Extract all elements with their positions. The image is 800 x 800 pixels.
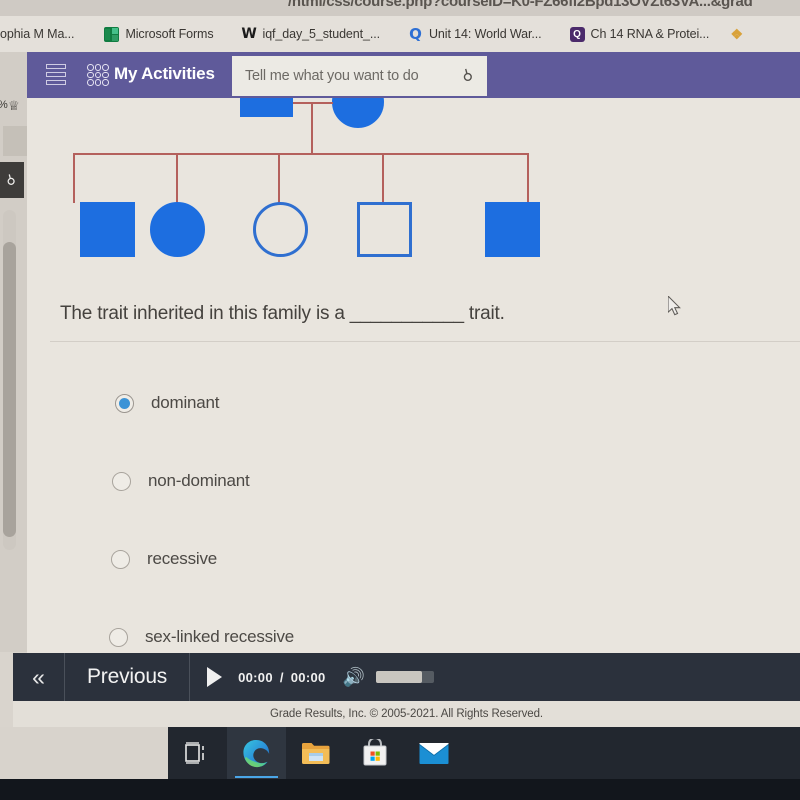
- hamburger-stack-icon[interactable]: [46, 64, 66, 85]
- pedigree-father-square: [240, 98, 293, 117]
- task-view-icon[interactable]: [168, 727, 227, 779]
- pedigree-mating-line: [293, 102, 333, 104]
- bookmark-label: Microsoft Forms: [125, 27, 214, 41]
- pedigree-child-drop-line: [176, 153, 178, 203]
- bookmark-item[interactable]: ophia M Ma...: [0, 16, 83, 52]
- app-header-bar: My Activities Tell me what you want to d…: [27, 52, 800, 98]
- bookmark-label: Ch 14 RNA & Protei...: [590, 27, 710, 41]
- play-button[interactable]: [190, 653, 238, 701]
- windows-taskbar: [168, 727, 800, 779]
- copyright-text: Grade Results, Inc. © 2005-2021. All Rig…: [270, 708, 543, 720]
- quizlet-purple-icon: Q: [569, 26, 585, 42]
- trophy-icon: ♕: [8, 98, 20, 113]
- progress-percent-label: %: [0, 99, 8, 111]
- scrollbar-thumb[interactable]: [3, 242, 16, 537]
- pedigree-child-drop-line: [527, 153, 529, 203]
- question-text: The trait inherited in this family is a …: [60, 303, 505, 324]
- pedigree-child-5-square: [485, 202, 540, 257]
- search-icon: ☌: [458, 66, 478, 87]
- pedigree-child-3-circle: [253, 202, 308, 257]
- bookmark-label: Unit 14: World War...: [428, 27, 542, 41]
- puzzle-extension-icon: ❖: [730, 25, 744, 42]
- rail-search-button[interactable]: ☌: [0, 162, 24, 198]
- answer-option-label: dominant: [151, 393, 220, 412]
- page-footer: Grade Results, Inc. © 2005-2021. All Rig…: [13, 701, 800, 727]
- double-chevron-left-icon[interactable]: «: [13, 653, 65, 701]
- previous-button[interactable]: Previous: [65, 653, 191, 701]
- pedigree-child-4-square: [357, 202, 412, 257]
- pedigree-diagram: [27, 98, 587, 268]
- total-time: 00:00: [290, 669, 326, 685]
- current-time: 00:00: [238, 669, 273, 685]
- search-icon: ☌: [1, 170, 20, 189]
- microsoft-store-icon[interactable]: [345, 727, 404, 779]
- answer-option-dominant[interactable]: dominant: [115, 390, 220, 416]
- player-toolbar: « Previous 00:00 / 00:00 🔊: [13, 653, 800, 701]
- search-placeholder: Tell me what you want to do: [245, 68, 419, 84]
- microsoft-edge-icon[interactable]: [227, 727, 286, 779]
- file-explorer-icon[interactable]: [286, 727, 345, 779]
- answer-option-non-dominant[interactable]: non-dominant: [112, 468, 250, 494]
- left-rail: % ♕ ☌: [0, 52, 27, 652]
- activity-canvas: The trait inherited in this family is a …: [27, 98, 800, 653]
- pedigree-child-drop-line: [73, 153, 75, 203]
- tell-me-search-box[interactable]: Tell me what you want to do ☌: [232, 56, 487, 96]
- answer-option-label: sex-linked recessive: [145, 627, 295, 646]
- app-grid-icon[interactable]: [87, 64, 109, 86]
- bookmark-label: ophia M Ma...: [0, 27, 75, 41]
- pedigree-sibship-line: [73, 153, 529, 155]
- volume-slider[interactable]: [375, 671, 434, 683]
- radio-button-recessive[interactable]: [111, 549, 130, 569]
- pedigree-child-2-circle: [150, 202, 205, 257]
- rail-panel-block: [3, 126, 27, 156]
- bookmarks-bar: ophia M Ma... Microsoft Forms W iqf_day_…: [0, 16, 800, 52]
- playback-time: 00:00 / 00:00: [238, 670, 325, 685]
- answer-option-label: recessive: [147, 549, 218, 568]
- browser-address-bar[interactable]: /html/css/course.php?courseID=K0-FZ66fi2…: [0, 0, 800, 16]
- bookmark-item-overflow[interactable]: ❖: [720, 16, 753, 52]
- answer-option-sex-linked-recessive[interactable]: sex-linked recessive: [109, 624, 294, 650]
- screen-photo: /html/css/course.php?courseID=K0-FZ66fi2…: [0, 0, 800, 800]
- answer-option-recessive[interactable]: recessive: [111, 546, 217, 572]
- volume-control[interactable]: 🔊: [343, 668, 434, 686]
- pedigree-child-1-square: [80, 202, 135, 257]
- question-divider: [50, 341, 800, 342]
- answer-option-label: non-dominant: [148, 471, 250, 490]
- radio-button-dominant[interactable]: [115, 393, 134, 413]
- pedigree-child-drop-line: [382, 153, 384, 203]
- bookmark-item[interactable]: Q Unit 14: World War...: [399, 16, 551, 52]
- bookmark-item[interactable]: Q Ch 14 RNA & Protei...: [561, 16, 719, 52]
- mail-icon[interactable]: [404, 727, 463, 779]
- speaker-icon[interactable]: 🔊: [343, 668, 365, 686]
- time-separator: /: [279, 669, 284, 685]
- wattpad-w-icon: W: [241, 26, 257, 42]
- radio-button-non-dominant[interactable]: [112, 471, 131, 491]
- pedigree-mother-circle: [332, 98, 384, 128]
- bookmark-item[interactable]: Microsoft Forms: [95, 16, 222, 52]
- app-title: My Activities: [114, 64, 215, 83]
- taskbar-left-gap: [0, 727, 168, 779]
- pedigree-descent-line: [311, 102, 313, 154]
- bookmark-label: iqf_day_5_student_...: [262, 27, 381, 41]
- radio-button-sex-linked-recessive[interactable]: [109, 627, 128, 647]
- address-bar-url: /html/css/course.php?courseID=K0-FZ66fi2…: [288, 0, 753, 10]
- mouse-pointer: [668, 296, 681, 316]
- volume-slider-fill: [375, 671, 422, 683]
- bookmark-item[interactable]: W iqf_day_5_student_...: [233, 16, 389, 52]
- quizlet-icon: Q: [409, 25, 422, 43]
- microsoft-forms-icon: [104, 26, 120, 42]
- pedigree-child-drop-line: [278, 153, 280, 203]
